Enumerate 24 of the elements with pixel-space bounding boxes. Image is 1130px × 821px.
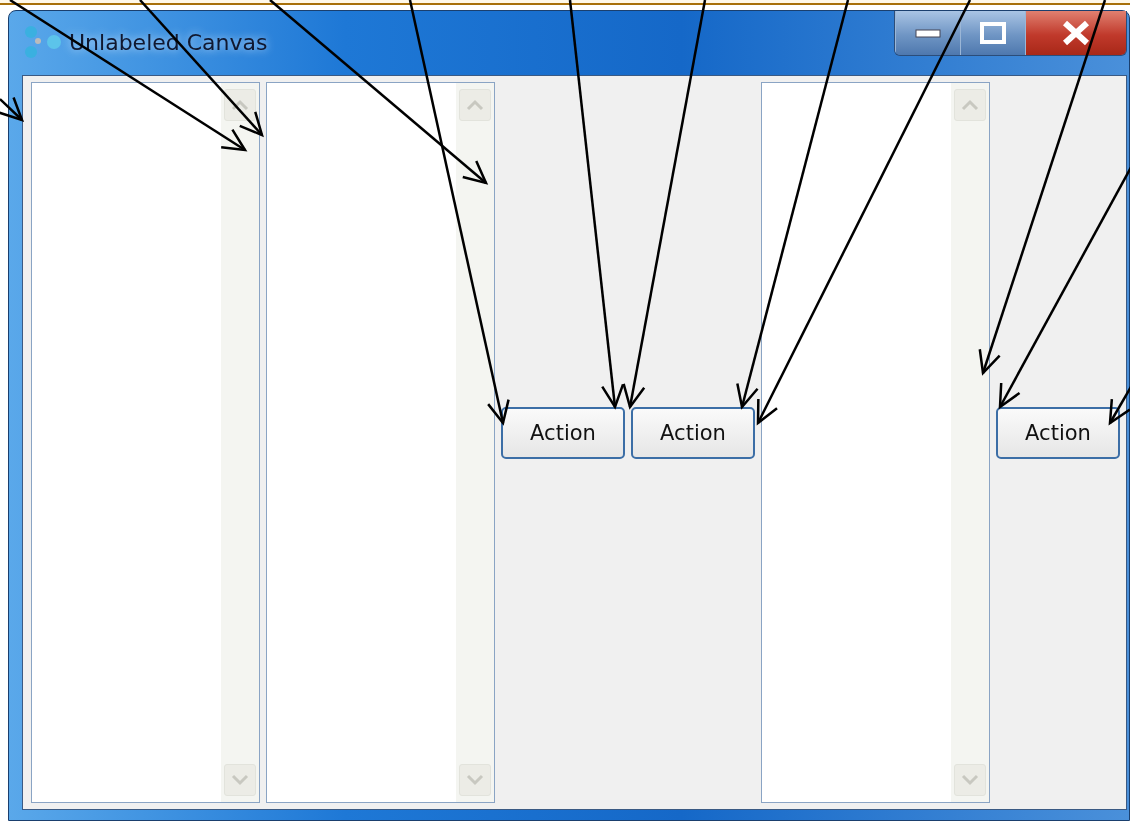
- minimize-icon: [915, 28, 941, 38]
- scroll-up-button[interactable]: [224, 89, 256, 121]
- chevron-down-icon: [961, 774, 979, 786]
- scrollbar[interactable]: [951, 83, 989, 802]
- close-button[interactable]: [1025, 11, 1126, 55]
- action-button[interactable]: Action: [996, 406, 1120, 459]
- chevron-down-icon: [466, 774, 484, 786]
- scroll-down-button[interactable]: [459, 764, 491, 796]
- scrollbar[interactable]: [221, 83, 259, 802]
- maximize-button[interactable]: [960, 11, 1025, 55]
- chevron-up-icon: [466, 99, 484, 111]
- chevron-down-icon: [231, 774, 249, 786]
- chevron-up-icon: [231, 99, 249, 111]
- maximize-icon: [980, 22, 1006, 44]
- minimize-button[interactable]: [895, 11, 960, 55]
- action-button[interactable]: Action: [631, 406, 755, 459]
- close-icon: [1061, 20, 1091, 46]
- app-icon: [23, 25, 63, 59]
- action-button[interactable]: Action: [501, 406, 625, 459]
- chevron-up-icon: [961, 99, 979, 111]
- scrollbar[interactable]: [456, 83, 494, 802]
- scroll-down-button[interactable]: [954, 764, 986, 796]
- scroll-down-button[interactable]: [224, 764, 256, 796]
- list-box[interactable]: [761, 82, 990, 803]
